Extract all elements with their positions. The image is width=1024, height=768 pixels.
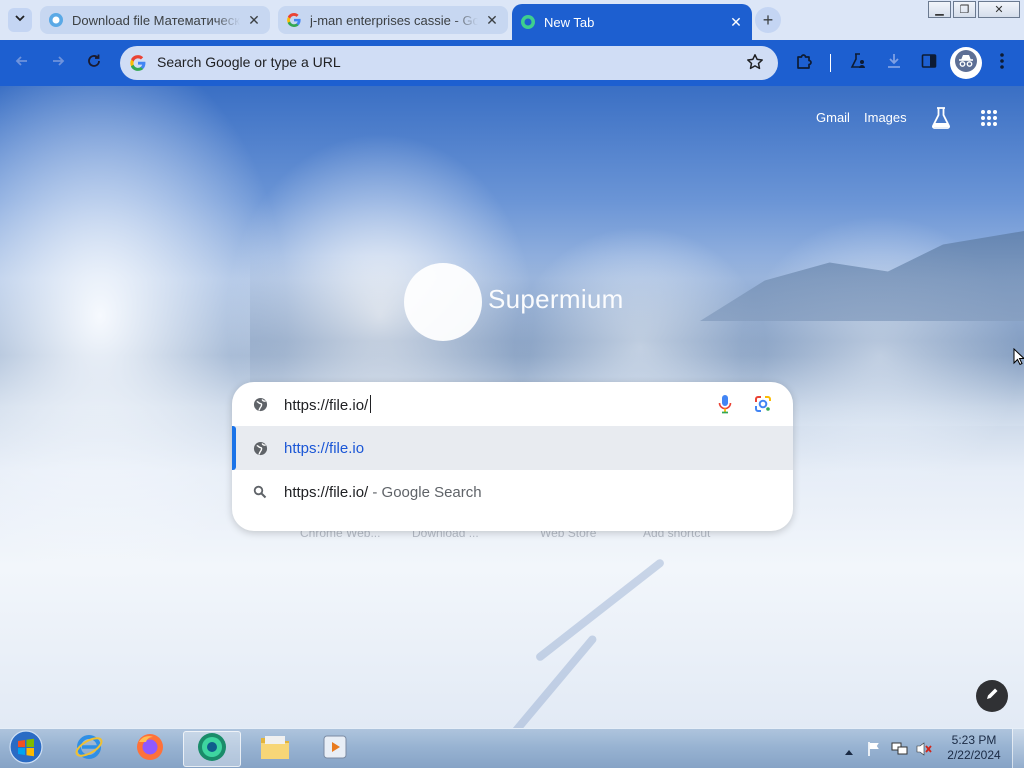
new-tab-button[interactable]: +: [755, 7, 781, 33]
chevron-down-icon: [14, 11, 26, 29]
mouse-pointer-icon: [1013, 347, 1024, 371]
omnibox-dropdown: https://file.io/ https://file.io https:/…: [232, 382, 793, 531]
suggestion-url: https://file.io: [284, 439, 365, 457]
network-icon[interactable]: [891, 741, 909, 762]
downloads-button[interactable]: [880, 49, 908, 77]
arrow-left-icon: [14, 53, 30, 74]
action-center-flag-icon[interactable]: [866, 741, 882, 762]
gmail-link[interactable]: Gmail: [816, 110, 850, 125]
tab-search-button[interactable]: [8, 8, 32, 32]
ntp-search-input-value: https://file.io/: [284, 394, 372, 414]
google-lens-icon[interactable]: [753, 394, 773, 419]
clock-time: 5:23 PM: [951, 733, 997, 747]
media-player-icon: [321, 733, 349, 766]
google-icon: [129, 54, 147, 77]
taskbar-internet-explorer[interactable]: [60, 731, 118, 767]
close-icon[interactable]: ✕: [728, 14, 744, 30]
system-clock[interactable]: 5:23 PM 2/22/2024: [936, 733, 1012, 763]
supermium-logo-text: Supermium: [488, 284, 624, 314]
labs-flask-icon[interactable]: [930, 106, 952, 135]
taskbar-media-player[interactable]: [306, 731, 364, 767]
pencil-icon: [985, 687, 999, 706]
tab-title: j-man enterprises cassie - Goo: [310, 12, 478, 28]
address-bar-placeholder: Search Google or type a URL: [157, 54, 341, 70]
flask-person-icon: [849, 52, 867, 75]
volume-muted-icon[interactable]: [915, 741, 933, 762]
text-caret: [370, 394, 372, 413]
suggestion-query: https://file.io/: [284, 483, 369, 501]
internet-explorer-icon: [74, 732, 104, 767]
clock-date: 2/22/2024: [947, 748, 1001, 762]
puzzle-icon: [795, 52, 813, 75]
extensions-button[interactable]: [790, 49, 818, 77]
taskbar-firefox[interactable]: [121, 731, 179, 767]
start-button[interactable]: [6, 729, 46, 768]
apps-grid-icon[interactable]: [980, 109, 998, 132]
plus-icon: +: [762, 9, 774, 30]
globe-icon: [252, 396, 268, 412]
bookmark-star-icon[interactable]: [746, 53, 764, 76]
side-panel-button[interactable]: [915, 49, 943, 77]
file-explorer-icon: [259, 733, 291, 766]
firefox-icon: [135, 732, 165, 767]
supermium-icon: [196, 731, 228, 768]
minimize-button[interactable]: ▁: [928, 1, 951, 18]
omnibox-suggestion[interactable]: https://file.io/ - Google Search: [232, 470, 793, 514]
supermium-logo: [404, 263, 482, 341]
tab-google-search[interactable]: j-man enterprises cassie - Goo ✕: [278, 6, 508, 34]
forward-button[interactable]: [44, 49, 72, 77]
address-bar[interactable]: Search Google or type a URL: [120, 46, 778, 80]
back-button[interactable]: [8, 49, 36, 77]
supermium-icon: [520, 14, 536, 30]
reload-icon: [86, 53, 102, 74]
side-panel-icon: [921, 53, 937, 74]
customize-chrome-button[interactable]: [976, 680, 1008, 712]
suggestion-text: https://file.io/ - Google Search: [284, 484, 482, 501]
input-text: https://file.io/: [284, 396, 369, 414]
show-hidden-icons-icon[interactable]: [844, 743, 854, 761]
kebab-menu-icon: [999, 52, 1005, 75]
close-icon[interactable]: ✕: [484, 12, 500, 28]
tab-download-file[interactable]: Download file Математическ ✕: [40, 6, 270, 34]
labs-extension-button[interactable]: [844, 49, 872, 77]
ntp-search-input[interactable]: https://file.io/: [232, 382, 793, 426]
tab-title: Download file Математическ: [72, 12, 240, 28]
close-window-button[interactable]: ✕: [978, 1, 1020, 18]
taskbar: 5:23 PM 2/22/2024: [0, 728, 1024, 768]
images-link[interactable]: Images: [864, 110, 907, 125]
microphone-icon[interactable]: [718, 394, 732, 419]
suggestion-description: - Google Search: [368, 483, 482, 501]
search-icon: [252, 484, 268, 500]
download-icon: [885, 52, 903, 75]
menu-button[interactable]: [988, 49, 1016, 77]
profile-avatar[interactable]: [950, 47, 982, 79]
reload-button[interactable]: [80, 49, 108, 77]
taskbar-supermium[interactable]: [183, 731, 241, 767]
new-tab-page: Gmail Images Supermium Chrome Web... Dow…: [0, 86, 1024, 728]
tab-new-tab[interactable]: New Tab ✕: [512, 4, 752, 40]
globe-icon: [252, 440, 268, 456]
background-snow-track: [534, 557, 666, 663]
windows-logo-icon: [9, 729, 43, 768]
toolbar: Search Google or type a URL: [0, 40, 1024, 86]
tab-title: New Tab: [544, 14, 595, 30]
google-icon: [286, 12, 302, 28]
selection-indicator: [232, 426, 236, 470]
toolbar-divider: [830, 54, 831, 72]
show-desktop-button[interactable]: [1012, 729, 1024, 768]
taskbar-file-explorer[interactable]: [246, 731, 304, 767]
omnibox-suggestion[interactable]: https://file.io: [232, 426, 793, 470]
supermium-icon: [48, 12, 64, 28]
incognito-avatar-icon: [954, 49, 978, 78]
restore-button[interactable]: ❐: [953, 1, 976, 18]
tab-strip: Download file Математическ ✕ j-man enter…: [0, 0, 1024, 40]
close-icon[interactable]: ✕: [246, 12, 262, 28]
arrow-right-icon: [50, 53, 66, 74]
